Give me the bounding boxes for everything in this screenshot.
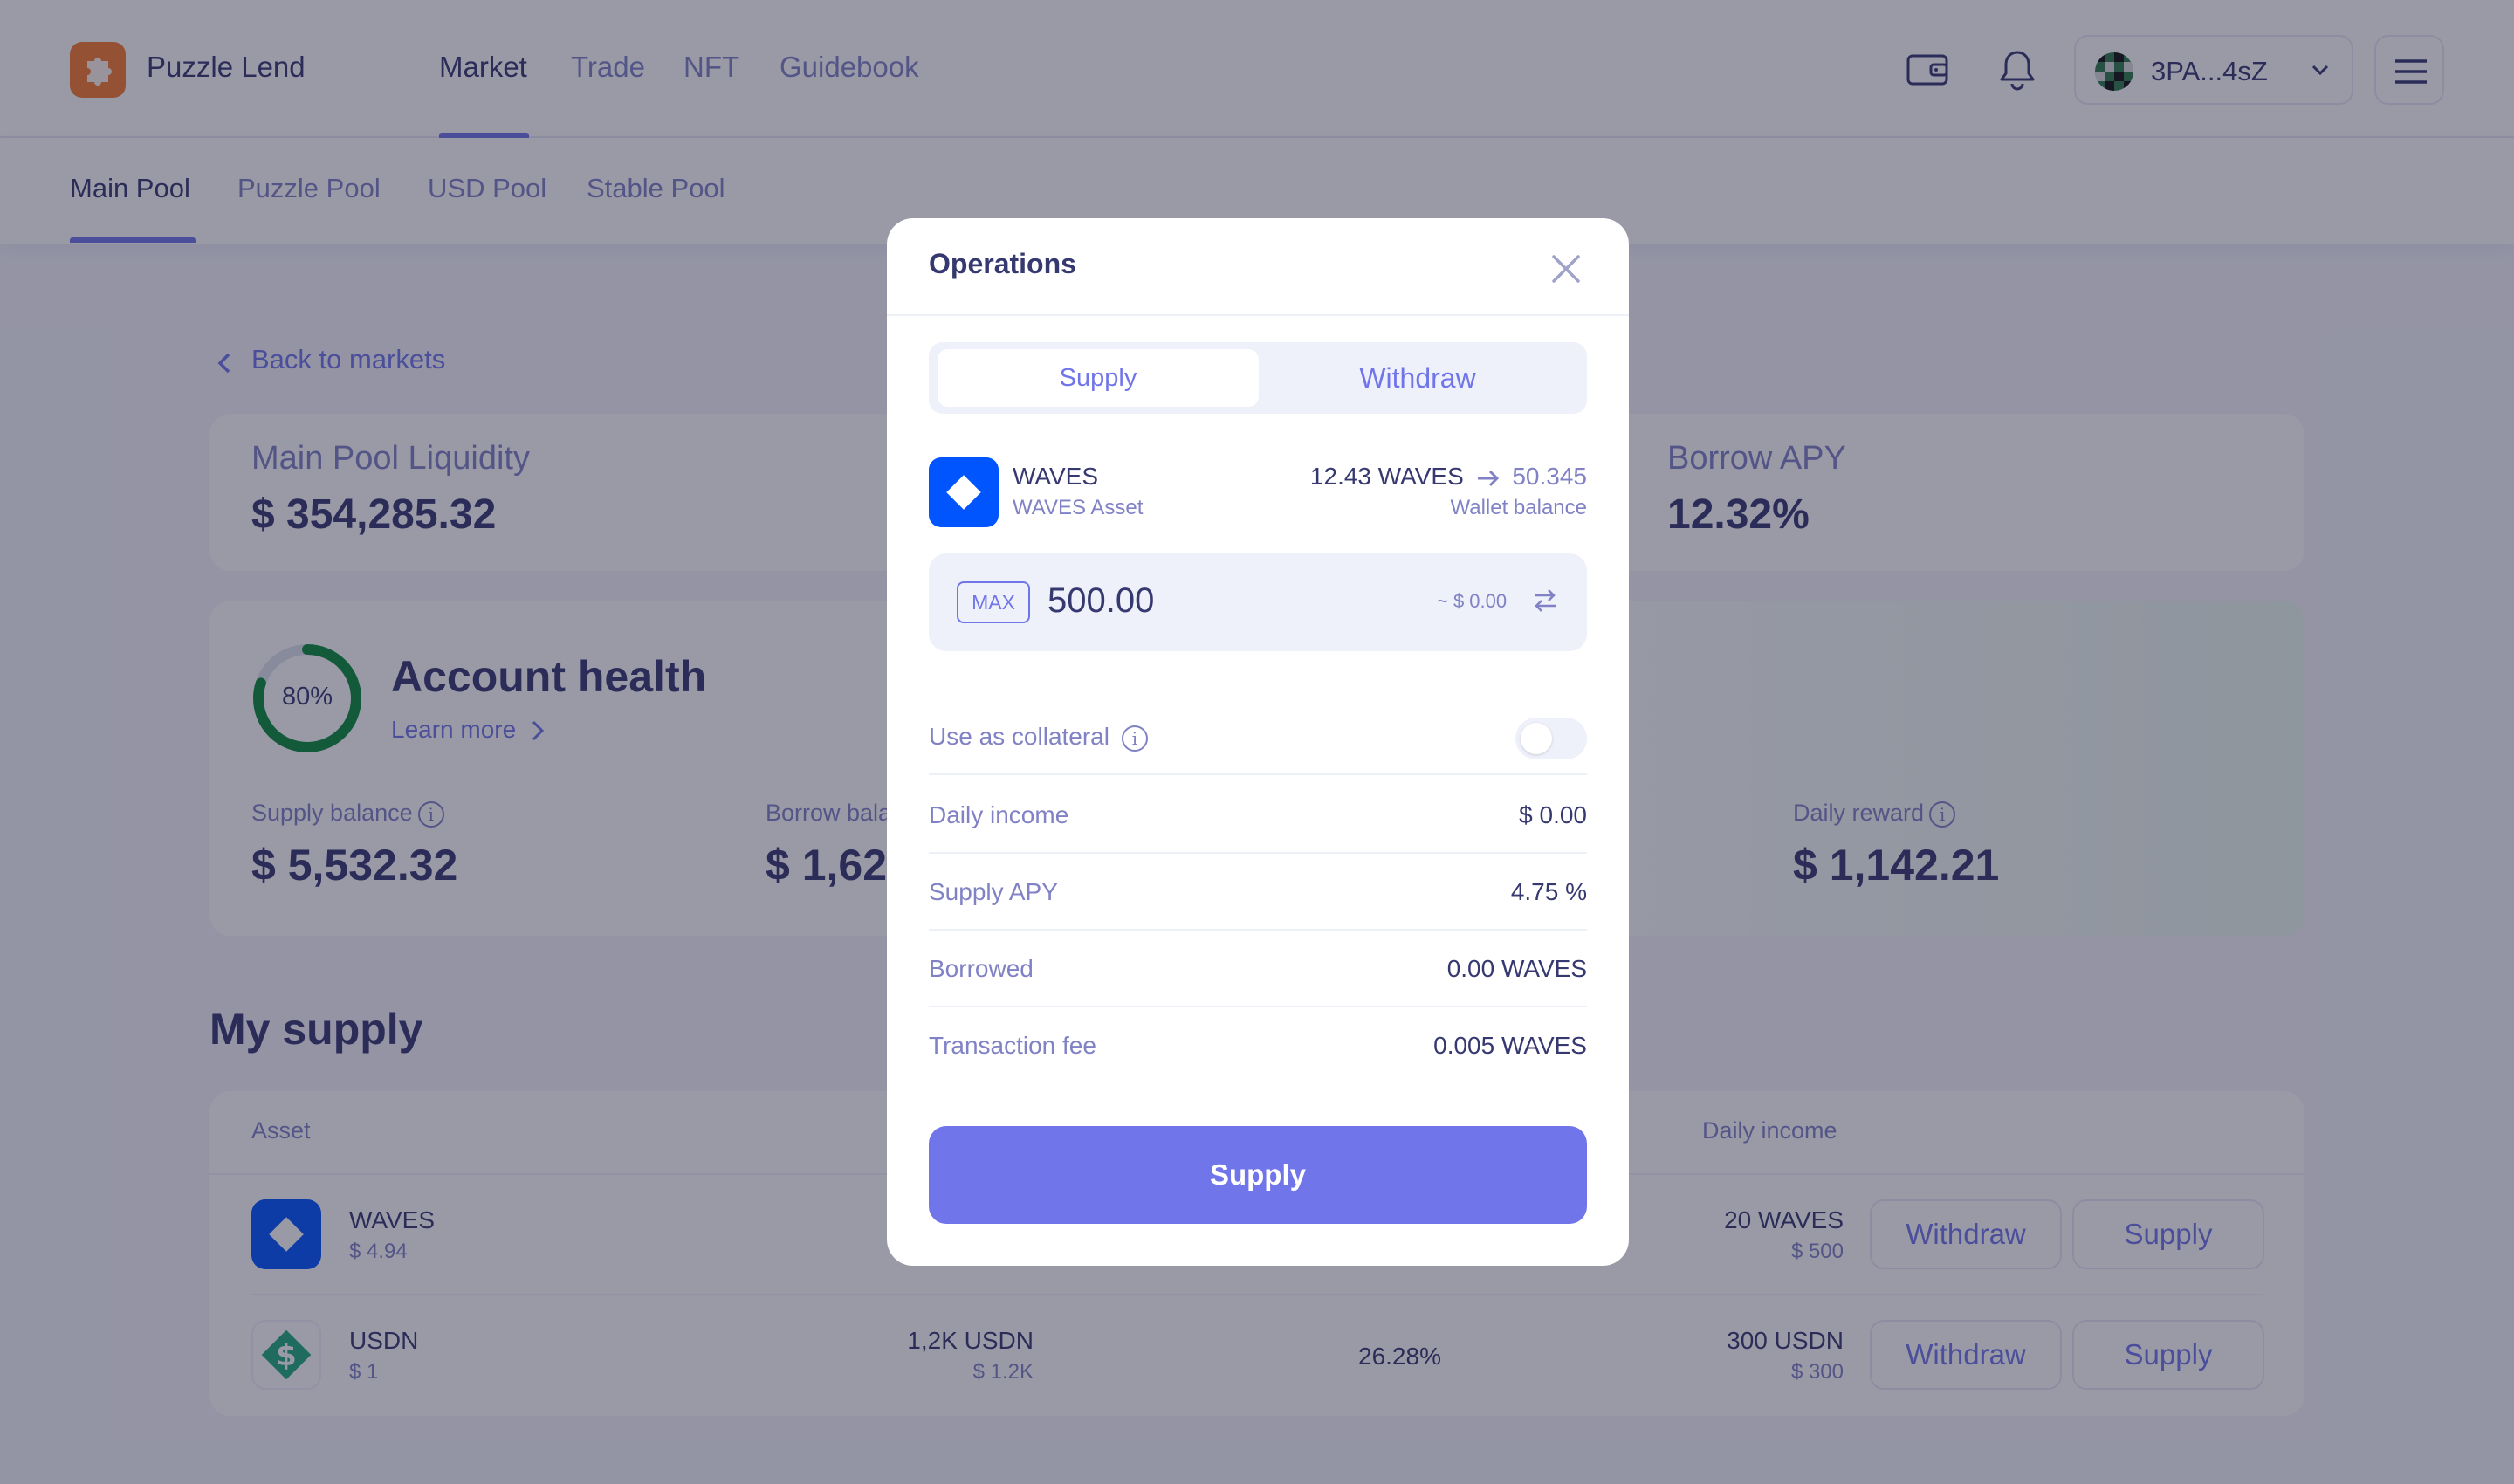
borrowed-label: Borrowed <box>929 955 1034 982</box>
balance-from: 12.43 WAVES <box>1309 463 1464 490</box>
supply-apy-label: Supply APY <box>929 878 1058 905</box>
transaction-fee-label: Transaction fee <box>929 1032 1096 1059</box>
collateral-row: Use as collateral i <box>929 698 1587 775</box>
asset-subtitle: WAVES Asset <box>1013 496 1144 519</box>
wallet-balance: 12.43 WAVES 50.345 <box>1310 463 1587 491</box>
modal-divider <box>887 314 1629 316</box>
balance-to: 50.345 <box>1512 463 1587 490</box>
tab-supply[interactable]: Supply <box>938 349 1259 407</box>
swap-icon[interactable] <box>1531 587 1559 619</box>
daily-income-value: $ 0.00 <box>1519 801 1587 828</box>
supply-apy-row: Supply APY 4.75 % <box>929 854 1587 931</box>
max-button[interactable]: MAX <box>957 581 1030 623</box>
wallet-balance-label: Wallet balance <box>1450 496 1587 519</box>
borrowed-value: 0.00 WAVES <box>1446 955 1587 982</box>
daily-income-row: Daily income $ 0.00 <box>929 777 1587 854</box>
supply-submit-button[interactable]: Supply <box>929 1126 1587 1224</box>
close-icon[interactable] <box>1549 251 1583 286</box>
daily-income-label: Daily income <box>929 801 1069 828</box>
collateral-toggle[interactable] <box>1515 718 1587 759</box>
transaction-fee-value: 0.005 WAVES <box>1433 1032 1587 1059</box>
info-icon[interactable]: i <box>1121 725 1148 752</box>
waves-icon <box>929 457 999 527</box>
amount-usd: ~ $ 0.00 <box>1437 590 1508 612</box>
collateral-label: Use as collateral i <box>929 723 1148 752</box>
tab-withdraw[interactable]: Withdraw <box>1257 349 1578 407</box>
borrowed-row: Borrowed 0.00 WAVES <box>929 931 1587 1007</box>
amount-input[interactable]: MAX 500.00 ~ $ 0.00 <box>929 553 1587 651</box>
operations-modal: Operations Supply Withdraw WAVES WAVES A… <box>887 218 1629 1266</box>
asset-name: WAVES <box>1013 463 1099 490</box>
arrow-right-icon <box>1477 470 1499 486</box>
supply-apy-value: 4.75 % <box>1510 878 1587 905</box>
operation-tabs: Supply Withdraw <box>929 342 1587 414</box>
amount-value[interactable]: 500.00 <box>1048 581 1154 621</box>
modal-title: Operations <box>929 248 1076 279</box>
transaction-fee-row: Transaction fee 0.005 WAVES <box>929 1007 1587 1084</box>
